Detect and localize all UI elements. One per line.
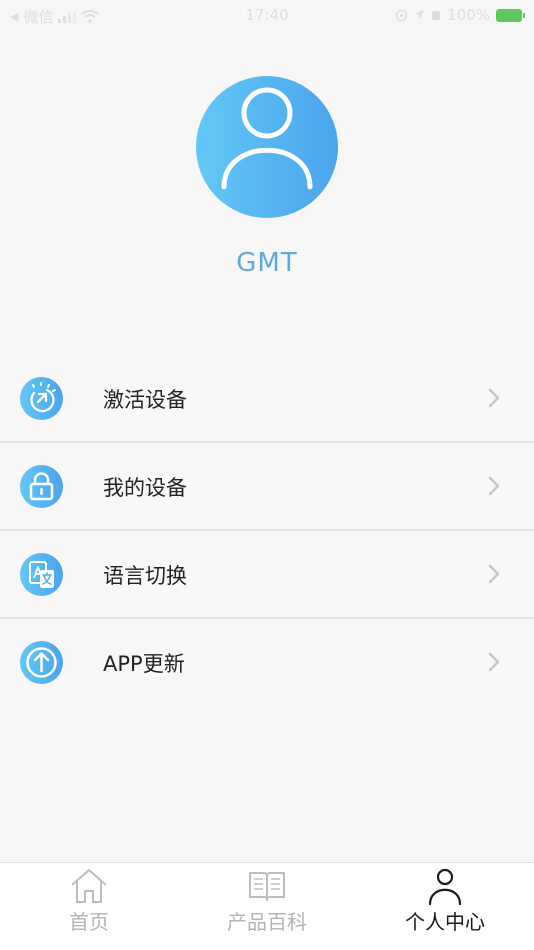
username: GMT bbox=[236, 248, 298, 278]
status-bar-right: 100% bbox=[395, 6, 525, 24]
menu-item-label: APP更新 bbox=[103, 652, 185, 676]
profile-screen: ◀ 微信 17:40 100% GMT 激活设备 我的设备 语言切换 APP更新… bbox=[0, 0, 534, 950]
lock-icon bbox=[20, 465, 63, 508]
chevron-right-icon bbox=[488, 652, 500, 672]
tab-home[interactable]: 首页 bbox=[0, 863, 178, 950]
menu-item-activate-device[interactable]: 激活设备 bbox=[0, 355, 534, 443]
alarm-icon bbox=[432, 11, 441, 20]
battery-icon bbox=[496, 8, 525, 22]
menu-item-my-devices[interactable]: 我的设备 bbox=[0, 443, 534, 531]
tab-label: 产品百科 bbox=[227, 910, 307, 934]
person-icon bbox=[428, 868, 462, 905]
tab-label: 首页 bbox=[69, 910, 109, 934]
chevron-right-icon bbox=[488, 476, 500, 496]
chevron-right-icon bbox=[488, 564, 500, 584]
battery-percent: 100% bbox=[447, 6, 490, 24]
tab-label: 个人中心 bbox=[405, 910, 485, 934]
menu-item-app-update[interactable]: APP更新 bbox=[0, 619, 534, 705]
tab-product-encyclopedia[interactable]: 产品百科 bbox=[178, 863, 356, 950]
home-icon bbox=[71, 869, 107, 903]
menu-item-label: 激活设备 bbox=[103, 388, 187, 412]
menu-item-label: 语言切换 bbox=[103, 564, 187, 588]
chevron-right-icon bbox=[488, 388, 500, 408]
user-silhouette-icon bbox=[221, 87, 313, 190]
tab-profile[interactable]: 个人中心 bbox=[356, 863, 534, 950]
avatar[interactable] bbox=[196, 76, 338, 218]
orientation-lock-icon bbox=[395, 9, 408, 21]
location-icon bbox=[415, 10, 425, 20]
activate-device-icon bbox=[20, 377, 63, 420]
tab-bar: 首页 产品百科 个人中心 bbox=[0, 862, 534, 950]
status-bar: ◀ 微信 17:40 100% bbox=[0, 0, 534, 30]
translate-icon bbox=[20, 553, 63, 596]
upload-arrow-icon bbox=[20, 641, 63, 684]
settings-menu: 激活设备 我的设备 语言切换 APP更新 bbox=[0, 355, 534, 705]
menu-item-language[interactable]: 语言切换 bbox=[0, 531, 534, 619]
book-icon bbox=[249, 872, 285, 901]
menu-item-label: 我的设备 bbox=[103, 476, 187, 500]
